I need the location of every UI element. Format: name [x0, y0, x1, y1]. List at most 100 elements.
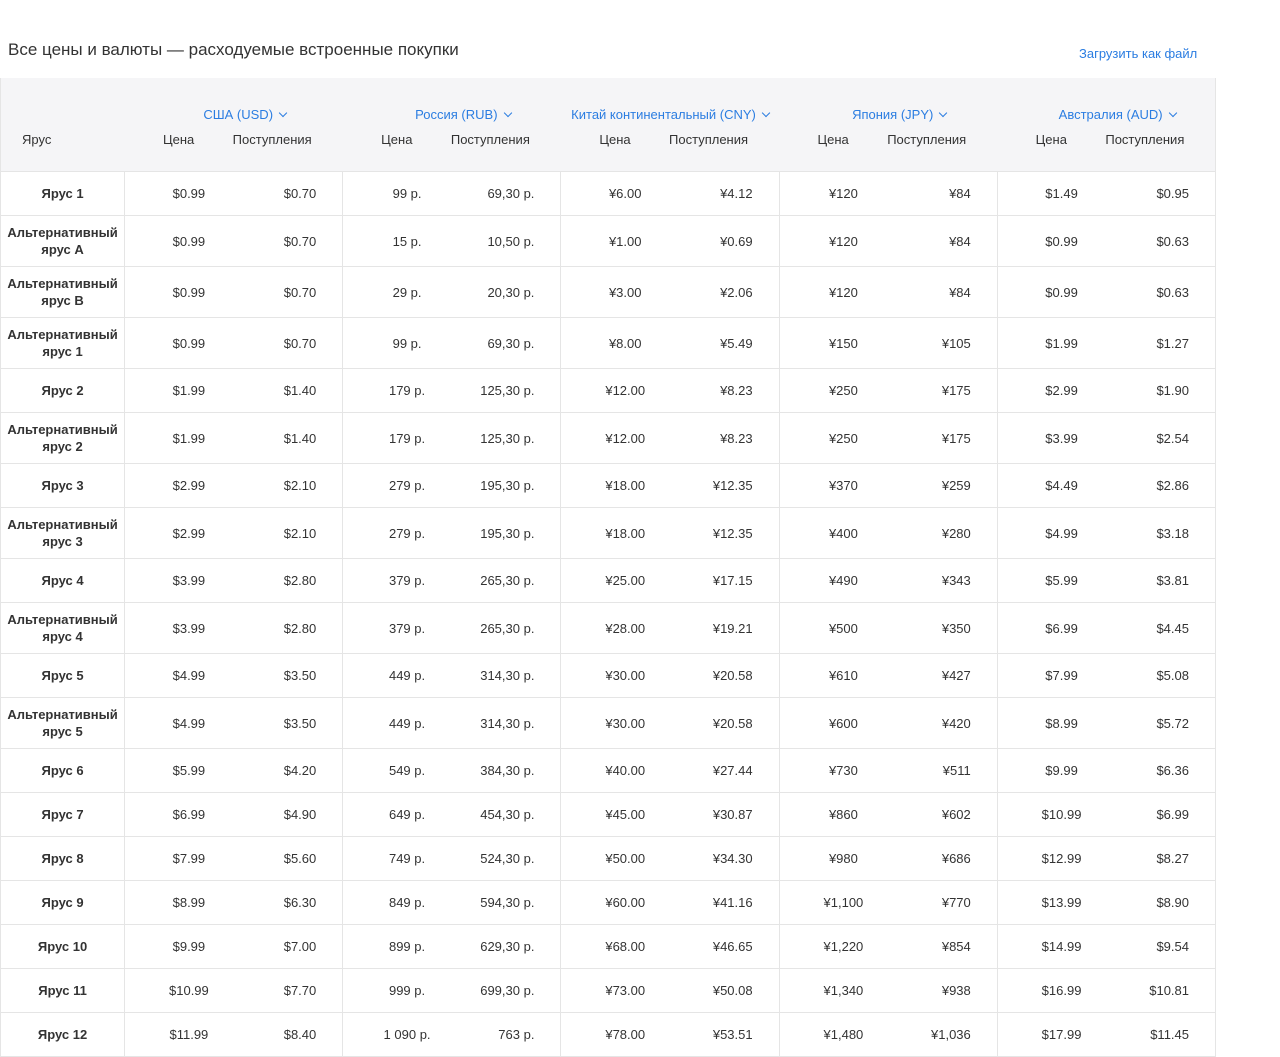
table-row: Ярус 9 $8.99 $6.30 849 р. 594,30 р. ¥60.00 ¥41…	[0, 880, 1217, 925]
proceeds-cell: $6.36	[1105, 748, 1217, 793]
proceeds-cell: 195,30 р.	[450, 463, 562, 508]
price-cell: 999 р.	[342, 968, 451, 1013]
tier-name: Альтернативный ярус 3	[0, 507, 126, 559]
proceeds-cell: ¥12.35	[669, 463, 780, 508]
table-row: Ярус 10 $9.99 $7.00 899 р. 629,30 р. ¥68.00 ¥4…	[0, 924, 1217, 969]
proceeds-cell: ¥50.08	[669, 968, 780, 1013]
proceeds-cell: 314,30 р.	[450, 697, 562, 749]
currency-select-usd[interactable]: США (USD)	[124, 78, 343, 127]
proceeds-cell: $0.63	[1105, 266, 1217, 318]
proceeds-cell: ¥34.30	[669, 836, 780, 881]
price-cell: $17.99	[996, 1012, 1106, 1057]
proceeds-cell: $2.54	[1105, 412, 1217, 464]
currency-label[interactable]: Россия (RUB)	[415, 107, 497, 122]
tier-name: Альтернативный ярус B	[0, 266, 126, 318]
price-cell: $14.99	[996, 924, 1106, 969]
price-cell: ¥120	[778, 171, 888, 216]
currency-label[interactable]: Китай континентальный (CNY)	[571, 107, 756, 122]
proceeds-cell: $2.10	[232, 507, 344, 559]
proceeds-cell: ¥19.21	[669, 602, 780, 654]
currency-label[interactable]: Австралия (AUD)	[1059, 107, 1163, 122]
proceeds-cell: ¥12.35	[669, 507, 780, 559]
price-cell: 29 р.	[342, 266, 451, 318]
currency-select-cny[interactable]: Китай континентальный (CNY)	[560, 78, 780, 127]
price-cell: ¥30.00	[560, 697, 670, 749]
proceeds-cell: $2.80	[232, 558, 344, 603]
proceeds-cell: $0.70	[232, 215, 344, 267]
proceeds-cell: ¥343	[887, 558, 998, 603]
price-cell: $5.99	[124, 748, 233, 793]
tier-name: Ярус 8	[0, 836, 126, 881]
table-row: Ярус 3 $2.99 $2.10 279 р. 195,30 р. ¥18.00 ¥12…	[0, 463, 1217, 508]
proceeds-cell: 69,30 р.	[450, 317, 562, 369]
proceeds-cell: 20,30 р.	[450, 266, 562, 318]
price-cell: 279 р.	[342, 507, 451, 559]
proceeds-cell: $0.70	[232, 266, 344, 318]
price-cell: $6.99	[124, 792, 233, 837]
price-cell: ¥6.00	[560, 171, 670, 216]
chevron-down-icon	[939, 108, 948, 118]
proceeds-cell: $5.08	[1105, 653, 1217, 698]
price-cell: $6.99	[996, 602, 1106, 654]
proceeds-cell: 594,30 р.	[450, 880, 562, 925]
price-cell: $0.99	[996, 266, 1106, 318]
proceeds-cell: ¥8.23	[669, 368, 780, 413]
price-cell: 179 р.	[342, 368, 451, 413]
price-cell: ¥730	[778, 748, 888, 793]
price-cell: $3.99	[996, 412, 1106, 464]
tier-name: Альтернативный ярус 2	[0, 412, 126, 464]
proceeds-cell: ¥2.06	[669, 266, 780, 318]
currency-label[interactable]: США (USD)	[203, 107, 273, 122]
price-cell: ¥250	[778, 412, 888, 464]
price-cell: 849 р.	[342, 880, 451, 925]
price-cell: ¥50.00	[560, 836, 670, 881]
price-cell: ¥12.00	[560, 368, 670, 413]
proceeds-cell: ¥175	[887, 368, 998, 413]
proceeds-cell: $1.90	[1105, 368, 1217, 413]
column-header-row: Ярус Цена Поступления Цена Поступления Ц…	[0, 127, 1216, 172]
tier-name: Ярус 9	[0, 880, 126, 925]
tier-header-spacer	[0, 78, 125, 127]
price-cell: ¥30.00	[560, 653, 670, 698]
proceeds-cell: 125,30 р.	[450, 368, 562, 413]
price-cell: ¥8.00	[560, 317, 670, 369]
currency-select-jpy[interactable]: Япония (JPY)	[779, 78, 998, 127]
tier-name: Ярус 4	[0, 558, 126, 603]
proceeds-cell: $8.90	[1105, 880, 1217, 925]
price-cell: ¥120	[778, 215, 888, 267]
chevron-down-icon	[1168, 108, 1177, 118]
proceeds-cell: $2.80	[232, 602, 344, 654]
price-cell: $7.99	[996, 653, 1106, 698]
price-cell: $1.99	[124, 368, 233, 413]
download-file-link[interactable]: Загрузить как файл	[1079, 46, 1197, 61]
price-cell: ¥250	[778, 368, 888, 413]
currency-label[interactable]: Япония (JPY)	[852, 107, 933, 122]
table-row: Альтернативный ярус A $0.99 $0.70 15 р. 10,5…	[0, 215, 1217, 267]
proceeds-cell: ¥20.58	[669, 697, 780, 749]
price-cell: ¥120	[778, 266, 888, 318]
proceeds-cell: ¥427	[887, 653, 998, 698]
price-cell: $2.99	[996, 368, 1106, 413]
chevron-down-icon	[278, 108, 288, 118]
price-cell: $0.99	[124, 266, 233, 318]
price-cell: $1.99	[996, 317, 1106, 369]
price-cell: ¥500	[778, 602, 888, 654]
price-cell: $3.99	[124, 558, 233, 603]
price-cell: 899 р.	[342, 924, 451, 969]
price-cell: $4.99	[996, 507, 1106, 559]
proceeds-cell: ¥27.44	[669, 748, 780, 793]
price-cell: 449 р.	[342, 697, 451, 749]
price-cell: ¥1,100	[778, 880, 888, 925]
price-cell: $10.99	[124, 968, 233, 1013]
proceeds-cell: 314,30 р.	[450, 653, 562, 698]
proceeds-cell: 454,30 р.	[450, 792, 562, 837]
tier-name: Ярус 3	[0, 463, 126, 508]
price-cell: 279 р.	[342, 463, 451, 508]
table-row: Ярус 12 $11.99 $8.40 1 090 р. 763 р. ¥78.00 ¥5…	[0, 1012, 1217, 1057]
proceeds-cell: ¥350	[887, 602, 998, 654]
currency-select-rub[interactable]: Россия (RUB)	[342, 78, 561, 127]
proceeds-cell: 195,30 р.	[450, 507, 562, 559]
proceeds-cell: ¥105	[887, 317, 998, 369]
price-cell: $2.99	[124, 463, 233, 508]
currency-select-aud[interactable]: Австралия (AUD)	[997, 78, 1216, 127]
